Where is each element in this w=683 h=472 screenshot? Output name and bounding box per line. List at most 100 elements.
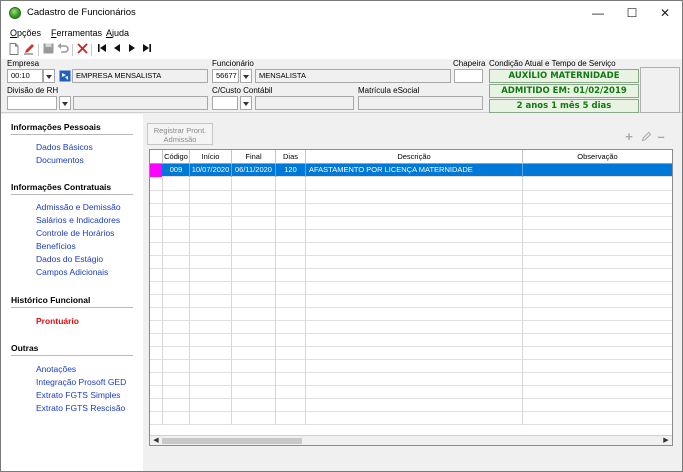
empty-row[interactable]	[150, 347, 672, 360]
link-admissao-demissao[interactable]: Admissão e Demissão	[36, 202, 121, 212]
empty-row[interactable]	[150, 230, 672, 243]
horizontal-scrollbar[interactable]: ◀ ▶	[150, 435, 672, 445]
grid-line	[275, 243, 276, 256]
grid-line	[275, 230, 276, 243]
empty-row[interactable]	[150, 204, 672, 217]
col-codigo[interactable]: Código	[163, 150, 190, 164]
col-final[interactable]: Final	[232, 150, 276, 164]
menu-opcoes[interactable]: Opções	[10, 28, 41, 38]
grid-line	[522, 295, 523, 308]
empty-row[interactable]	[150, 412, 672, 425]
new-icon[interactable]	[8, 43, 20, 56]
custo-field[interactable]	[212, 96, 238, 110]
chapeira-field[interactable]	[454, 69, 483, 83]
link-anotacoes[interactable]: Anotações	[36, 364, 76, 374]
cell-codigo: 009	[163, 164, 190, 177]
empty-row[interactable]	[150, 191, 672, 204]
register-admission-button[interactable]: Registrar Pront. Admissão	[147, 123, 213, 145]
link-documentos[interactable]: Documentos	[36, 155, 84, 165]
empty-row[interactable]	[150, 243, 672, 256]
funcionario-dropdown-icon[interactable]	[240, 69, 252, 83]
link-integracao-ged[interactable]: Integração Prosoft GED	[36, 377, 126, 387]
previous-record-icon[interactable]	[111, 43, 123, 56]
last-record-icon[interactable]	[141, 43, 153, 56]
app-icon	[9, 7, 21, 19]
empty-row[interactable]	[150, 256, 672, 269]
col-inicio[interactable]: Início	[190, 150, 232, 164]
next-record-icon[interactable]	[126, 43, 138, 56]
link-salarios-indicadores[interactable]: Salários e Indicadores	[36, 215, 120, 225]
scroll-right-icon[interactable]: ▶	[661, 436, 671, 445]
grid-line	[275, 347, 276, 360]
first-record-icon[interactable]	[96, 43, 108, 56]
delete-icon[interactable]	[76, 43, 88, 56]
cell-final: 06/11/2020	[232, 164, 276, 177]
col-descricao[interactable]: Descrição	[306, 150, 523, 164]
empresa-dropdown-icon[interactable]	[43, 69, 55, 83]
add-icon[interactable]: +	[623, 130, 635, 143]
empresa-code-field[interactable]: 00:10	[7, 69, 43, 83]
link-extrato-fgts-simples[interactable]: Extrato FGTS Simples	[36, 390, 121, 400]
empty-row[interactable]	[150, 399, 672, 412]
custo-dropdown-icon[interactable]	[240, 96, 252, 110]
scroll-thumb[interactable]	[162, 438, 302, 444]
empresa-name-field: EMPRESA MENSALISTA	[72, 69, 208, 83]
grid-line	[162, 373, 163, 386]
grid-line	[231, 308, 232, 321]
close-button[interactable]: ✕	[648, 1, 682, 25]
funcionario-code-field[interactable]: 56677	[212, 69, 239, 83]
empty-row[interactable]	[150, 308, 672, 321]
photo-panel[interactable]	[640, 67, 680, 113]
section-outras: Outras	[11, 343, 39, 353]
empty-row[interactable]	[150, 321, 672, 334]
grid-line	[231, 399, 232, 412]
section-informacoes-pessoais: Informações Pessoais	[11, 122, 101, 132]
grid-line	[189, 334, 190, 347]
divisao-dropdown-icon[interactable]	[59, 96, 71, 110]
grid-line	[305, 295, 306, 308]
minimize-button[interactable]: —	[581, 1, 615, 25]
remove-icon[interactable]: –	[655, 130, 667, 143]
link-campos-adicionais[interactable]: Campos Adicionais	[36, 267, 108, 277]
grid-line	[305, 178, 306, 191]
edit-icon[interactable]	[640, 131, 652, 143]
grid-line	[522, 308, 523, 321]
grid-line	[189, 282, 190, 295]
records-table[interactable]: Código Início Final Dias Descrição Obser…	[149, 149, 673, 446]
grid-line	[162, 412, 163, 425]
empty-row[interactable]	[150, 360, 672, 373]
empty-row[interactable]	[150, 269, 672, 282]
grid-line	[231, 386, 232, 399]
grid-line	[522, 373, 523, 386]
empty-row[interactable]	[150, 178, 672, 191]
empty-row[interactable]	[150, 217, 672, 230]
empty-row[interactable]	[150, 373, 672, 386]
link-dados-basicos[interactable]: Dados Básicos	[36, 142, 93, 152]
undo-icon[interactable]	[57, 43, 69, 56]
col-observacao[interactable]: Observação	[523, 150, 672, 164]
maximize-button[interactable]: ☐	[615, 1, 649, 25]
cell-dias: 120	[276, 164, 306, 177]
menu-ferramentas[interactable]: Ferramentas	[51, 28, 102, 38]
link-extrato-fgts-rescisao[interactable]: Extrato FGTS Rescisão	[36, 403, 125, 413]
col-dias[interactable]: Dias	[276, 150, 306, 164]
edit-icon[interactable]	[23, 43, 35, 56]
grid-line	[162, 386, 163, 399]
divisao-field[interactable]	[7, 96, 57, 110]
scroll-left-icon[interactable]: ◀	[151, 436, 161, 445]
table-row[interactable]: 009 10/07/2020 06/11/2020 120 AFASTAMENT…	[150, 164, 672, 177]
menu-ajuda[interactable]: Ajuda	[106, 28, 129, 38]
save-icon[interactable]	[42, 43, 54, 56]
company-icon[interactable]	[59, 70, 71, 82]
grid-line	[162, 282, 163, 295]
empty-row[interactable]	[150, 295, 672, 308]
empty-row[interactable]	[150, 282, 672, 295]
link-prontuario[interactable]: Prontuário	[36, 316, 79, 326]
link-controle-horarios[interactable]: Controle de Horários	[36, 228, 114, 238]
link-dados-estagio[interactable]: Dados do Estágio	[36, 254, 103, 264]
custo-label: C/Custo Contábil	[212, 86, 273, 95]
link-beneficios[interactable]: Benefícios	[36, 241, 76, 251]
grid-line	[305, 204, 306, 217]
empty-row[interactable]	[150, 334, 672, 347]
empty-row[interactable]	[150, 386, 672, 399]
